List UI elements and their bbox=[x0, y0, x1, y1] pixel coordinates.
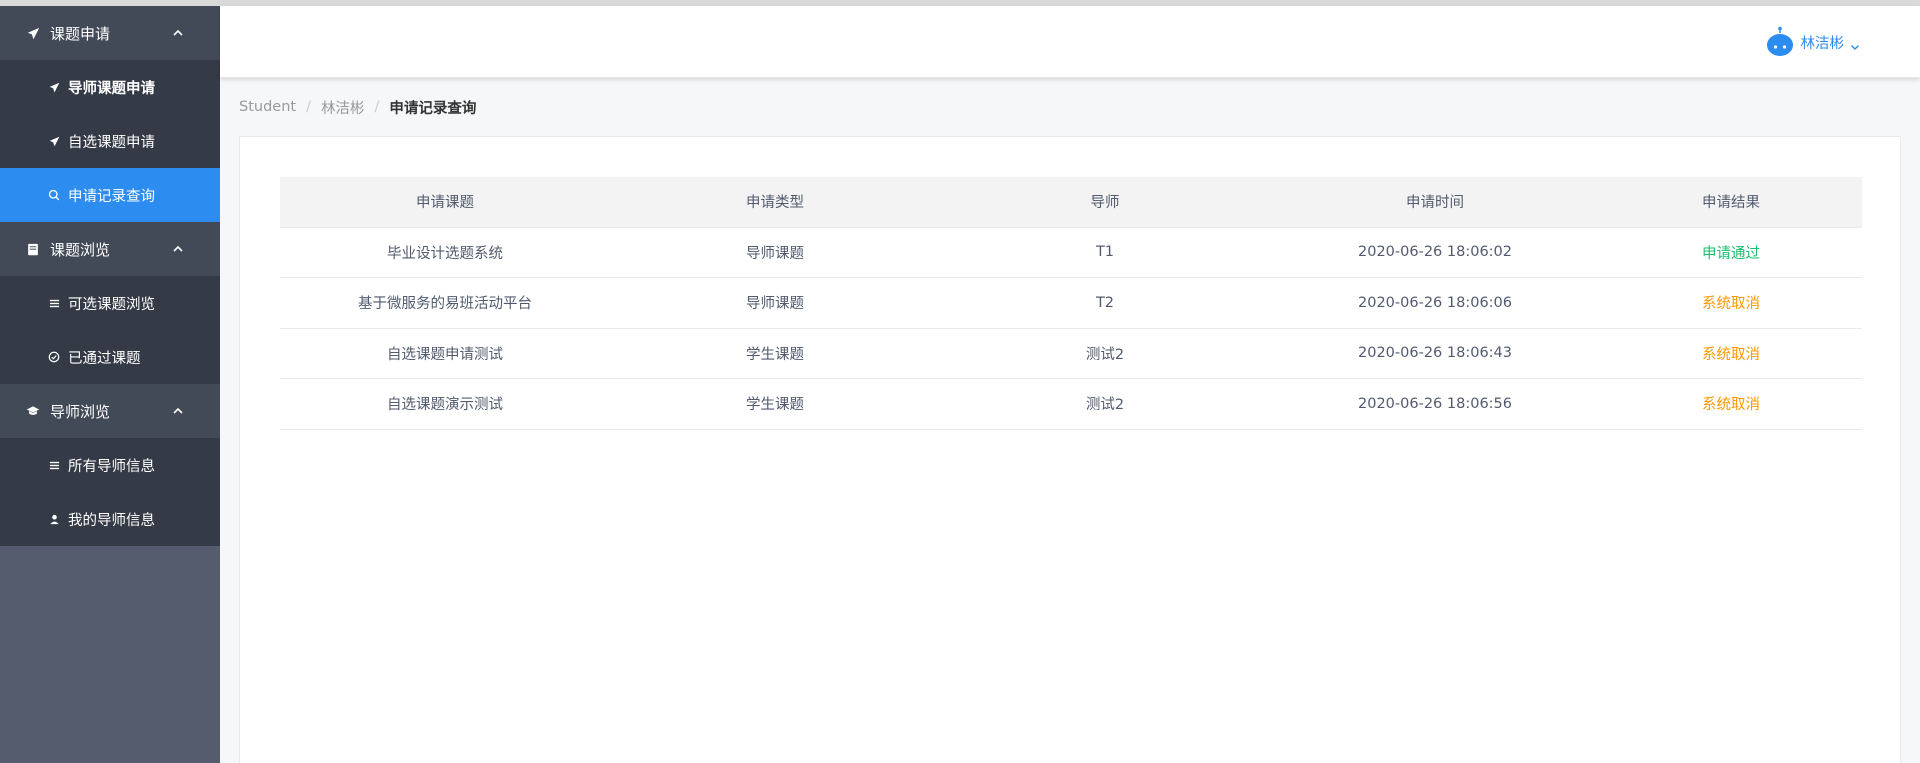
menu-header-label: 导师浏览 bbox=[50, 402, 111, 421]
cell-topic: 基于微服务的易班活动平台 bbox=[280, 277, 610, 329]
graduation-cap-icon bbox=[26, 404, 40, 418]
cell-time: 2020-06-26 18:06:02 bbox=[1270, 227, 1600, 278]
robot-avatar-icon bbox=[1765, 26, 1795, 58]
chevron-down-icon bbox=[1850, 37, 1860, 50]
sidebar-item-label: 申请记录查询 bbox=[68, 188, 155, 205]
cell-topic: 自选课题演示测试 bbox=[280, 378, 610, 430]
sidebar-item-label: 可选课题浏览 bbox=[68, 296, 155, 313]
cell-tutor: T1 bbox=[940, 227, 1270, 278]
user-menu[interactable]: 林洁彬 bbox=[1765, 24, 1861, 60]
list-icon bbox=[48, 459, 60, 471]
column-header-time: 申请时间 bbox=[1270, 177, 1600, 228]
paper-plane-icon bbox=[26, 26, 40, 40]
menu-header-topic-browse[interactable]: 课题浏览 bbox=[0, 222, 220, 276]
sidebar-item-label: 已通过课题 bbox=[68, 350, 141, 367]
menu-header-label: 课题浏览 bbox=[50, 240, 111, 259]
list-icon bbox=[48, 297, 60, 309]
sidebar-item-label: 导师课题申请 bbox=[68, 80, 155, 97]
sidebar-item-label: 自选课题申请 bbox=[68, 134, 155, 151]
menu-group-topic-apply: 课题申请 导师课题申请 自选课题申请 申请记录查询 bbox=[0, 6, 220, 222]
cell-topic: 毕业设计选题系统 bbox=[280, 227, 610, 278]
menu-group-tutor-browse: 导师浏览 所有导师信息 我的导师信息 bbox=[0, 384, 220, 546]
cell-tutor: 测试2 bbox=[940, 328, 1270, 379]
search-icon bbox=[48, 189, 60, 201]
column-header-result: 申请结果 bbox=[1600, 177, 1862, 228]
cell-tutor: T2 bbox=[940, 277, 1270, 329]
chevron-up-icon bbox=[172, 243, 184, 255]
column-header-topic: 申请课题 bbox=[280, 177, 610, 228]
cell-result-status: 系统取消 bbox=[1600, 277, 1862, 329]
cell-result-status: 申请通过 bbox=[1600, 227, 1862, 278]
table-header-row: 申请课题 申请类型 导师 申请时间 申请结果 bbox=[280, 177, 1862, 228]
cell-topic: 自选课题申请测试 bbox=[280, 328, 610, 379]
sidebar-item-label: 我的导师信息 bbox=[68, 512, 155, 529]
check-circle-icon bbox=[48, 351, 60, 363]
sidebar-item-tutor-topic-apply[interactable]: 导师课题申请 bbox=[0, 60, 220, 114]
menu-header-tutor-browse[interactable]: 导师浏览 bbox=[0, 384, 220, 438]
cell-tutor: 测试2 bbox=[940, 378, 1270, 430]
cell-type: 导师课题 bbox=[610, 227, 940, 278]
table-row: 基于微服务的易班活动平台 导师课题 T2 2020-06-26 18:06:06… bbox=[280, 277, 1862, 329]
breadcrumb-separator: / bbox=[374, 99, 380, 115]
sidebar-item-approved-topics[interactable]: 已通过课题 bbox=[0, 330, 220, 384]
user-icon bbox=[48, 513, 60, 525]
sidebar-item-apply-records[interactable]: 申请记录查询 bbox=[0, 168, 220, 222]
top-header: 林洁彬 bbox=[220, 6, 1920, 78]
column-header-type: 申请类型 bbox=[610, 177, 940, 228]
sidebar-item-my-tutor[interactable]: 我的导师信息 bbox=[0, 492, 220, 546]
cell-time: 2020-06-26 18:06:56 bbox=[1270, 378, 1600, 430]
breadcrumb-item-user[interactable]: 林洁彬 bbox=[321, 97, 365, 118]
menu-header-label: 课题申请 bbox=[50, 24, 111, 43]
records-card: 申请课题 申请类型 导师 申请时间 申请结果 毕业设计选题系统 导师课题 T1 … bbox=[239, 136, 1901, 763]
cell-result-status: 系统取消 bbox=[1600, 378, 1862, 430]
paper-plane-icon bbox=[48, 135, 60, 147]
sidebar-item-self-topic-apply[interactable]: 自选课题申请 bbox=[0, 114, 220, 168]
table-row: 自选课题演示测试 学生课题 测试2 2020-06-26 18:06:56 系统… bbox=[280, 378, 1862, 430]
cell-time: 2020-06-26 18:06:43 bbox=[1270, 328, 1600, 379]
cell-result-status: 系统取消 bbox=[1600, 328, 1862, 379]
breadcrumb-item-current: 申请记录查询 bbox=[389, 100, 477, 117]
breadcrumb-item-student[interactable]: Student bbox=[239, 99, 296, 115]
cell-type: 学生课题 bbox=[610, 328, 940, 379]
menu-group-topic-browse: 课题浏览 可选课题浏览 已通过课题 bbox=[0, 222, 220, 384]
apply-records-table: 申请课题 申请类型 导师 申请时间 申请结果 毕业设计选题系统 导师课题 T1 … bbox=[280, 177, 1862, 430]
table-row: 自选课题申请测试 学生课题 测试2 2020-06-26 18:06:43 系统… bbox=[280, 328, 1862, 379]
sidebar-item-available-topics[interactable]: 可选课题浏览 bbox=[0, 276, 220, 330]
user-name: 林洁彬 bbox=[1800, 35, 1845, 52]
table-row: 毕业设计选题系统 导师课题 T1 2020-06-26 18:06:02 申请通… bbox=[280, 227, 1862, 278]
cell-type: 学生课题 bbox=[610, 378, 940, 430]
book-icon bbox=[26, 242, 40, 256]
menu-header-topic-apply[interactable]: 课题申请 bbox=[0, 6, 220, 60]
paper-plane-icon bbox=[48, 81, 60, 93]
chevron-up-icon bbox=[172, 27, 184, 39]
breadcrumb: Student / 林洁彬 / 申请记录查询 bbox=[239, 96, 476, 118]
column-header-tutor: 导师 bbox=[940, 177, 1270, 228]
cell-time: 2020-06-26 18:06:06 bbox=[1270, 277, 1600, 329]
sidebar-item-label: 所有导师信息 bbox=[68, 458, 155, 475]
cell-type: 导师课题 bbox=[610, 277, 940, 329]
sidebar-item-all-tutors[interactable]: 所有导师信息 bbox=[0, 438, 220, 492]
sidebar: 课题申请 导师课题申请 自选课题申请 申请记录查询 课题浏览 可选课题浏览 已通… bbox=[0, 6, 220, 763]
breadcrumb-separator: / bbox=[306, 99, 311, 115]
chevron-up-icon bbox=[172, 405, 184, 417]
